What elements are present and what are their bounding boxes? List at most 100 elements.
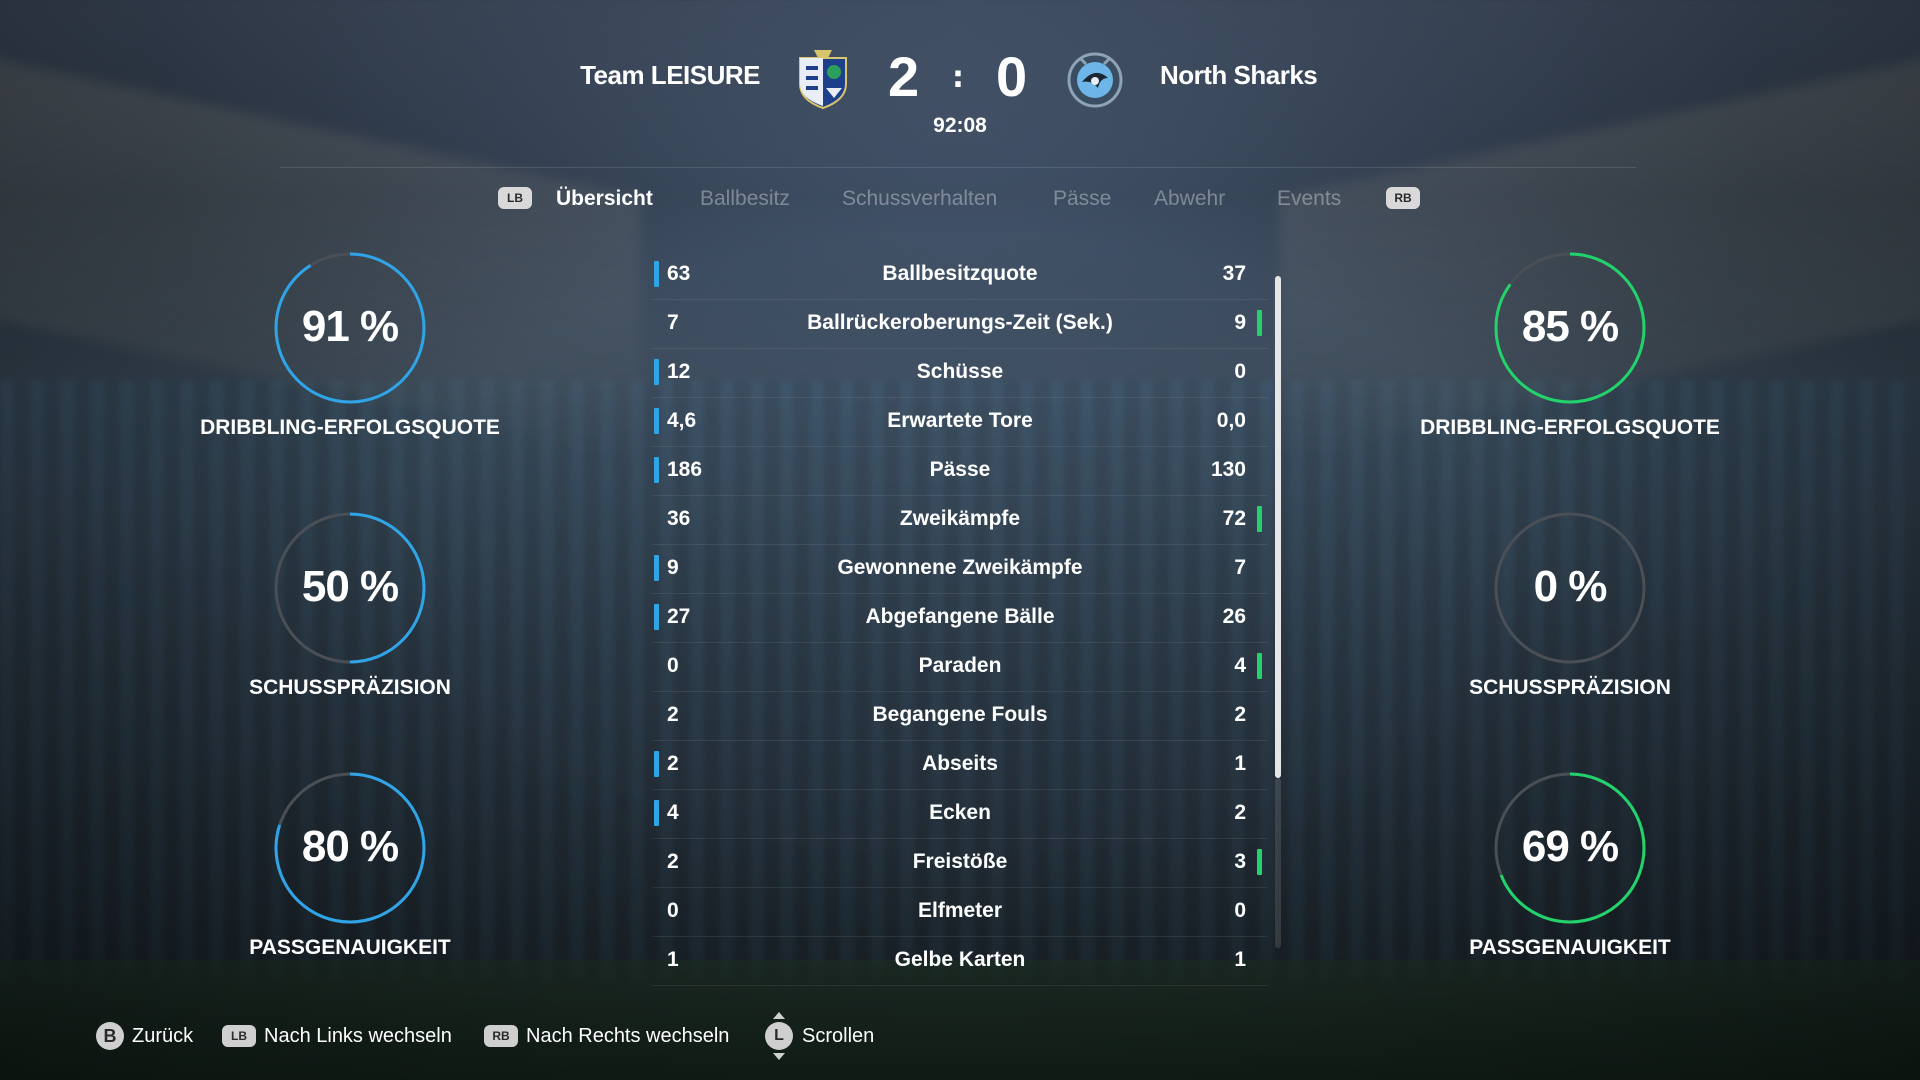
stat-away-value: 2 [1234, 801, 1246, 824]
stat-label: Erwartete Tore [887, 409, 1033, 432]
stat-row: 12 Schüsse 0 [652, 349, 1268, 398]
gauge-label: PASSGENAUIGKEIT [1469, 936, 1671, 959]
away-score: 0 [996, 45, 1028, 108]
gauge-label: PASSGENAUIGKEIT [249, 936, 451, 959]
stat-label: Gewonnene Zweikämpfe [837, 556, 1083, 579]
switch-left-label: Nach Links wechseln [264, 1024, 452, 1047]
scrollbar-track[interactable] [1275, 778, 1281, 948]
switch-right-label: Nach Rechts wechseln [526, 1024, 730, 1047]
header-divider [280, 167, 1636, 168]
back-label: Zurück [132, 1024, 194, 1047]
stat-away-value: 3 [1234, 850, 1246, 873]
stat-row: 1 Gelbe Karten 1 [652, 937, 1268, 986]
stat-label: Zweikämpfe [899, 507, 1021, 530]
switch-right-hint[interactable]: RB Nach Rechts wechseln [484, 1016, 729, 1056]
stat-label: Pässe [929, 458, 991, 481]
back-hint[interactable]: B Zurück [96, 1016, 193, 1056]
gauge-value: 50 % [301, 562, 399, 611]
scrollbar-thumb[interactable] [1275, 276, 1281, 778]
stat-label: Ecken [929, 801, 991, 824]
match-stats-table[interactable]: 63 Ballbesitzquote 37 7 Ballrückeroberungs-Z… [652, 251, 1268, 986]
b-button-icon: B [96, 1022, 124, 1050]
stat-away-value: 0 [1234, 360, 1246, 383]
stat-label: Schüsse [916, 360, 1004, 383]
gauge-value: 91 % [301, 302, 399, 351]
scoreboard: Team LEISURE 2 : 0 North Sharks 92:08 [0, 40, 1920, 168]
stat-row: 2 Freistöße 3 [652, 839, 1268, 888]
stat-row: 0 Paraden 4 [652, 643, 1268, 692]
match-clock: 92:08 [933, 114, 987, 137]
lb-button-icon[interactable]: LB [498, 187, 532, 209]
gauge-value: 69 % [1521, 822, 1619, 871]
stat-away-value: 2 [1234, 703, 1246, 726]
home-dribbling-gauge: 91 % DRIBBLING-ERFOLGSQUOTE [190, 250, 510, 480]
scroll-hint[interactable]: L Scrollen [764, 1012, 875, 1060]
stat-away-value: 26 [1222, 605, 1246, 628]
rb-button-icon[interactable]: RB [1386, 187, 1420, 209]
home-team-crest-icon [799, 50, 847, 110]
away-dribbling-gauge: 85 % DRIBBLING-ERFOLGSQUOTE [1410, 250, 1730, 480]
gauge-value: 80 % [301, 822, 399, 871]
tab-schussverhalten[interactable]: Schussverhalten [842, 187, 997, 211]
away-lead-indicator [1257, 310, 1262, 336]
stat-away-value: 1 [1234, 948, 1246, 971]
away-lead-indicator [1257, 653, 1262, 679]
stat-label: Ballbesitzquote [882, 262, 1038, 285]
gauge-label: SCHUSSPRÄZISION [1469, 676, 1671, 699]
away-lead-indicator [1257, 506, 1262, 532]
stat-row: 2 Begangene Fouls 2 [652, 692, 1268, 741]
stat-label: Abseits [922, 752, 998, 775]
stat-label: Paraden [918, 654, 1002, 677]
tab-uebersicht[interactable]: Übersicht [556, 187, 653, 211]
gauge-label: DRIBBLING-ERFOLGSQUOTE [200, 416, 500, 439]
stat-row: 7 Ballrückeroberungs-Zeit (Sek.) 9 [652, 300, 1268, 349]
stat-away-value: 37 [1222, 262, 1246, 285]
button-hints-bar: B Zurück LB Nach Links wechseln RB Nach … [0, 1012, 1920, 1060]
stat-away-value: 0 [1234, 899, 1246, 922]
stat-away-value: 130 [1210, 458, 1246, 481]
stat-label: Elfmeter [917, 899, 1003, 922]
stat-label: Gelbe Karten [894, 948, 1026, 971]
stat-away-value: 7 [1234, 556, 1246, 579]
stat-away-value: 1 [1234, 752, 1246, 775]
left-stick-icon: L [764, 1012, 794, 1060]
stat-away-value: 72 [1222, 507, 1246, 530]
rb-button-icon: RB [484, 1025, 518, 1047]
home-score: 2 [888, 45, 920, 108]
stat-away-value: 9 [1234, 311, 1246, 334]
switch-left-hint[interactable]: LB Nach Links wechseln [222, 1016, 452, 1056]
tab-ballbesitz[interactable]: Ballbesitz [700, 187, 790, 211]
gauge-value: 85 % [1521, 302, 1619, 351]
gauge-label: DRIBBLING-ERFOLGSQUOTE [1420, 416, 1720, 439]
away-team-name: North Sharks [1160, 60, 1318, 90]
lb-button-icon: LB [222, 1025, 256, 1047]
home-team-name: Team LEISURE [580, 60, 760, 90]
tab-paesse[interactable]: Pässe [1053, 187, 1111, 211]
stat-row: 63 Ballbesitzquote 37 [652, 251, 1268, 300]
stat-row: 186 Pässe 130 [652, 447, 1268, 496]
tab-events[interactable]: Events [1277, 187, 1341, 211]
gauge-value: 0 % [1533, 562, 1608, 611]
stat-row: 2 Abseits 1 [652, 741, 1268, 790]
stat-row: 4 Ecken 2 [652, 790, 1268, 839]
stats-tab-bar: LB Übersicht Ballbesitz Schussverhalten … [0, 183, 1920, 219]
stat-label: Abgefangene Bälle [865, 605, 1055, 628]
stat-label: Freistöße [912, 850, 1008, 873]
away-team-crest-icon [1067, 52, 1123, 108]
tab-abwehr[interactable]: Abwehr [1154, 187, 1225, 211]
stat-row: 4,6 Erwartete Tore 0,0 [652, 398, 1268, 447]
stat-row: 9 Gewonnene Zweikämpfe 7 [652, 545, 1268, 594]
away-lead-indicator [1257, 849, 1262, 875]
away-pass-accuracy-gauge: 69 % PASSGENAUIGKEIT [1410, 770, 1730, 1000]
stat-label: Ballrückeroberungs-Zeit (Sek.) [807, 311, 1113, 334]
stat-row: 27 Abgefangene Bälle 26 [652, 594, 1268, 643]
scroll-label: Scrollen [802, 1024, 875, 1047]
stat-label: Begangene Fouls [872, 703, 1048, 726]
away-shot-accuracy-gauge: 0 % SCHUSSPRÄZISION [1410, 510, 1730, 740]
score-separator: : [952, 60, 964, 95]
home-pass-accuracy-gauge: 80 % PASSGENAUIGKEIT [190, 770, 510, 1000]
stat-away-value: 4 [1234, 654, 1246, 677]
stat-row: 0 Elfmeter 0 [652, 888, 1268, 937]
stat-row: 36 Zweikämpfe 72 [652, 496, 1268, 545]
gauge-label: SCHUSSPRÄZISION [249, 676, 451, 699]
